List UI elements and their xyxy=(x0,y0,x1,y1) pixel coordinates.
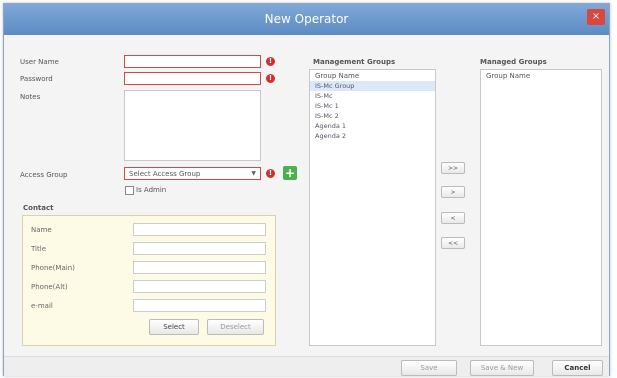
deselect-contact-button[interactable]: Deselect xyxy=(207,319,264,335)
new-operator-dialog: New Operator × User Name ! Password ! No… xyxy=(3,3,610,376)
password-input[interactable] xyxy=(124,72,261,85)
dialog-title: New Operator xyxy=(264,12,349,26)
list-item[interactable]: IS-Mc 1 xyxy=(310,101,435,111)
add-button[interactable]: > xyxy=(441,186,465,198)
contact-phone-main-label: Phone(Main) xyxy=(31,264,75,272)
managed-groups-list[interactable]: Group Name xyxy=(480,69,602,346)
password-error-icon: ! xyxy=(266,74,275,83)
management-groups-column-header: Group Name xyxy=(315,72,360,80)
contact-name-label: Name xyxy=(31,226,52,234)
contact-email-input[interactable] xyxy=(133,299,266,312)
password-label: Password xyxy=(20,75,53,83)
access-group-label: Access Group xyxy=(20,171,68,179)
user-name-input[interactable] xyxy=(124,55,261,68)
is-admin-label: Is Admin xyxy=(136,186,167,194)
contact-phone-main-input[interactable] xyxy=(133,261,266,274)
list-item[interactable]: IS-Mc xyxy=(310,91,435,101)
remove-all-button[interactable]: << xyxy=(441,237,465,249)
list-item[interactable]: IS-Mc 2 xyxy=(310,111,435,121)
contact-phone-alt-label: Phone(Alt) xyxy=(31,283,68,291)
add-all-button[interactable]: >> xyxy=(441,162,465,174)
chevron-down-icon: ▼ xyxy=(251,170,256,177)
managed-groups-column-header: Group Name xyxy=(486,72,531,80)
management-groups-heading: Management Groups xyxy=(313,58,396,66)
access-group-select[interactable]: Select Access Group ▼ xyxy=(124,167,261,180)
contact-name-input[interactable] xyxy=(133,223,266,236)
save-button[interactable]: Save xyxy=(401,360,457,376)
list-item[interactable]: Agenda 2 xyxy=(310,131,435,141)
user-name-error-icon: ! xyxy=(266,57,275,66)
remove-button[interactable]: < xyxy=(441,212,465,224)
contact-panel: Name Title Phone(Main) Phone(Alt) e-mail… xyxy=(22,215,276,346)
user-name-label: User Name xyxy=(20,58,59,66)
select-contact-button[interactable]: Select xyxy=(149,319,199,335)
management-groups-list[interactable]: Group Name IS-Mc Group IS-Mc IS-Mc 1 IS-… xyxy=(309,69,436,346)
contact-title-input[interactable] xyxy=(133,242,266,255)
is-admin-checkbox[interactable] xyxy=(125,186,134,195)
contact-email-label: e-mail xyxy=(31,302,53,310)
managed-groups-heading: Managed Groups xyxy=(480,58,547,66)
save-and-new-button[interactable]: Save & New xyxy=(470,360,534,376)
title-bar: New Operator × xyxy=(4,4,609,35)
close-button[interactable]: × xyxy=(587,9,605,25)
cancel-button[interactable]: Cancel xyxy=(552,360,603,376)
contact-heading: Contact xyxy=(23,204,54,212)
list-item[interactable]: IS-Mc Group xyxy=(310,81,435,91)
contact-title-label: Title xyxy=(31,245,47,253)
notes-label: Notes xyxy=(20,93,41,101)
list-item[interactable]: Agenda 1 xyxy=(310,121,435,131)
add-access-group-icon[interactable]: + xyxy=(283,166,297,180)
contact-phone-alt-input[interactable] xyxy=(133,280,266,293)
access-group-value: Select Access Group xyxy=(129,170,201,178)
access-group-error-icon: ! xyxy=(266,169,275,178)
notes-textarea[interactable] xyxy=(124,90,261,161)
